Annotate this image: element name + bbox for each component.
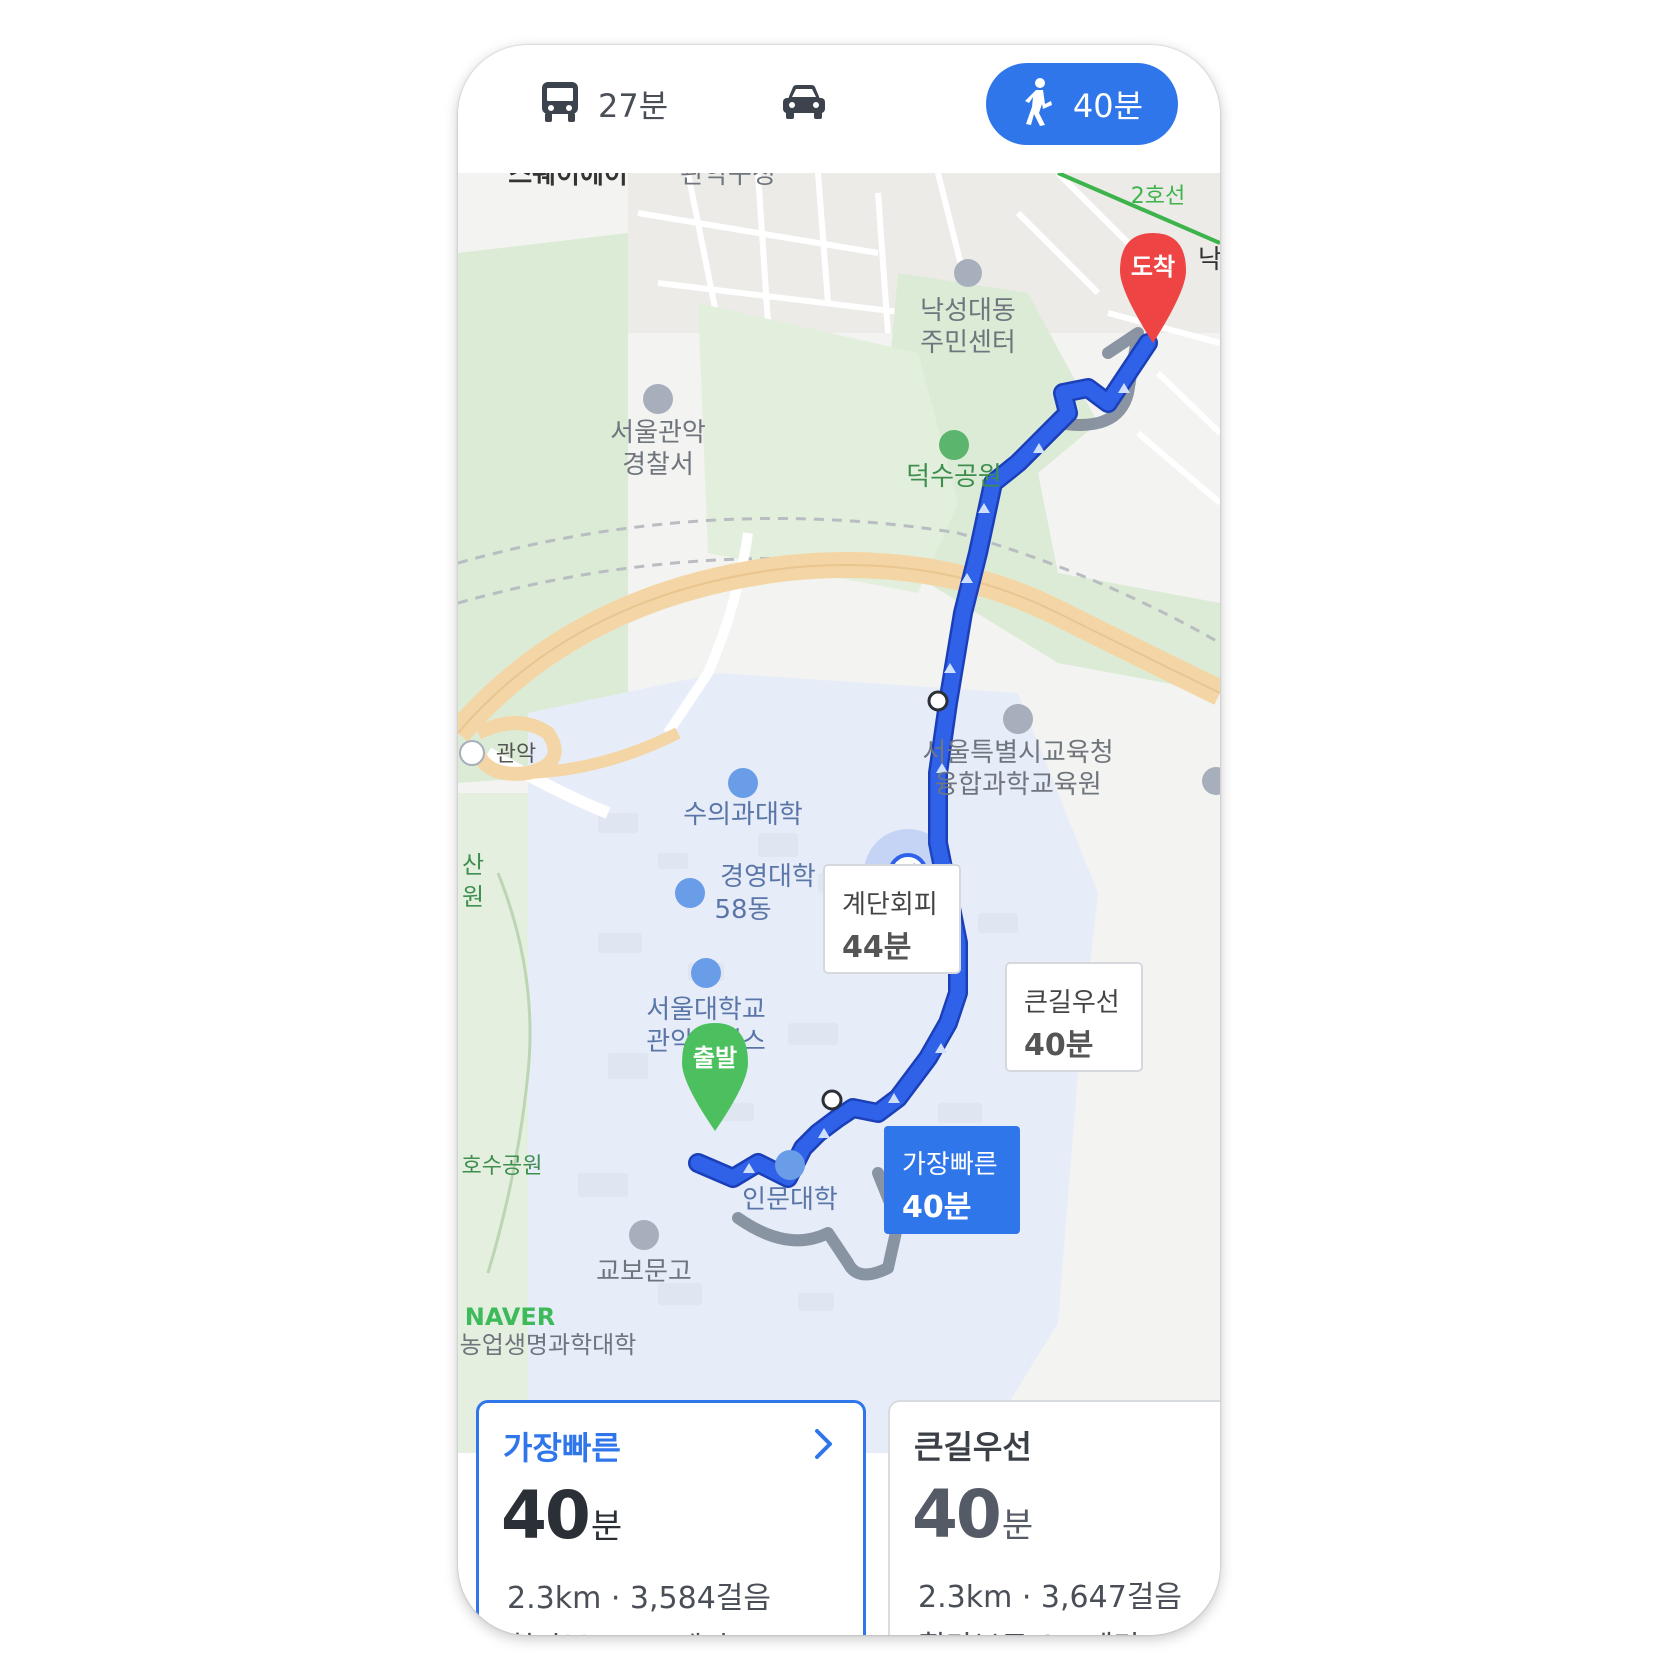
label-police-2: 경찰서	[622, 450, 694, 480]
route-label-fastest-name: 가장빠른	[902, 1150, 998, 1180]
label-top-cut: 스웨이에이	[508, 173, 628, 190]
label-ic: 관악	[496, 742, 536, 767]
route-card-time: 40분	[501, 1477, 622, 1554]
education-office-icon	[1003, 704, 1033, 734]
route-card-main-road[interactable]: 큰길우선 40분 2.3km · 3,647걸음 횡단보도 1 · 계단 1	[888, 1400, 1220, 1635]
label-line2: 2호선	[1131, 184, 1185, 209]
label-edu-2: 융합과학교육원	[934, 770, 1101, 800]
label-naksung-2: 주민센터	[920, 328, 1016, 358]
vet-college-icon	[728, 768, 758, 798]
route-label-avoid-stairs[interactable]: 계단회피 44분	[823, 864, 961, 974]
humanities-college-icon	[775, 1150, 805, 1180]
mode-bus-tab[interactable]: 27분	[540, 63, 668, 145]
park-icon	[939, 430, 969, 460]
walk-icon	[1021, 77, 1055, 131]
label-human: 인문대학	[742, 1185, 838, 1215]
snu-campus-icon	[691, 958, 721, 988]
community-center-icon	[954, 259, 982, 287]
label-police-1: 서울관악	[610, 418, 706, 448]
bus-time-label: 27분	[598, 87, 669, 125]
transport-mode-bar: 27분 40분	[458, 45, 1220, 173]
route-waypoint-2	[821, 1089, 843, 1111]
label-agri: 농업생명과학대학	[460, 1331, 637, 1359]
label-left-2: 원	[462, 883, 484, 911]
route-card-extra: 횡단보도 1 · 계단 1	[507, 1623, 758, 1635]
business-college-icon	[675, 878, 705, 908]
naver-logo: NAVER	[465, 1303, 555, 1331]
label-snu-1: 서울대학교	[646, 995, 766, 1025]
end-marker-label: 도착	[1131, 253, 1175, 281]
police-icon	[643, 384, 673, 414]
route-card-distance: 2.3km · 3,647걸음	[918, 1580, 1182, 1615]
label-naksung-1: 낙성대동	[920, 296, 1016, 326]
route-card-title: 큰길우선	[914, 1428, 1032, 1466]
label-duksu: 덕수공원	[906, 462, 1002, 492]
map-view[interactable]: 스웨이에이 관악구청 2호선 낙성대동 주민센터 서울관악 경찰서 덕수공원 관…	[458, 173, 1220, 1453]
label-nak-cut: 낙	[1198, 245, 1220, 275]
route-label-main-road-name: 큰길우선	[1024, 988, 1120, 1018]
mode-walk-tab[interactable]: 40분	[986, 63, 1178, 145]
route-card-time-value: 40	[501, 1477, 591, 1554]
label-biz-2: 58동	[714, 895, 771, 925]
label-biz-1: 경영대학	[720, 862, 816, 892]
route-label-main-road[interactable]: 큰길우선 40분	[1005, 962, 1143, 1072]
car-icon	[780, 83, 828, 125]
label-hosu: 호수공원	[462, 1154, 543, 1179]
route-cards: 가장빠른 40분 2.3km · 3,584걸음 횡단보도 1 · 계단 1 큰…	[458, 1400, 1220, 1635]
start-marker-label: 출발	[693, 1044, 737, 1072]
label-edu-1: 서울특별시교육청	[922, 738, 1113, 768]
route-card-distance: 2.3km · 3,584걸음	[507, 1581, 771, 1616]
chevron-right-icon[interactable]	[813, 1427, 835, 1465]
bus-icon	[540, 80, 580, 128]
route-card-fastest[interactable]: 가장빠른 40분 2.3km · 3,584걸음 횡단보도 1 · 계단 1	[476, 1400, 866, 1635]
phone-frame: 27분 40분 스웨이에이 관악구청 2호선 낙성대동 주민센터 서울관악 경찰…	[458, 45, 1220, 1635]
route-card-time-value: 40	[912, 1476, 1002, 1553]
ic-icon	[459, 740, 485, 766]
bookstore-icon	[629, 1220, 659, 1250]
route-card-time-unit: 분	[590, 1507, 623, 1547]
label-vet: 수의과대학	[683, 800, 803, 830]
route-label-avoid-stairs-name: 계단회피	[842, 890, 938, 920]
route-waypoint-1	[927, 690, 949, 712]
label-gwanak-office: 관악구청	[680, 173, 776, 190]
route-card-time: 40분	[912, 1476, 1033, 1553]
walk-time-label: 40분	[1072, 87, 1144, 125]
route-card-title: 가장빠른	[503, 1429, 621, 1467]
route-label-main-road-time: 40분	[1024, 1028, 1093, 1063]
mode-car-tab[interactable]	[780, 63, 828, 145]
route-card-time-unit: 분	[1001, 1506, 1034, 1546]
route-card-extra: 횡단보도 1 · 계단 1	[918, 1622, 1169, 1635]
label-left-1: 산	[462, 851, 484, 879]
route-label-fastest[interactable]: 가장빠른 40분	[884, 1126, 1020, 1234]
route-label-avoid-stairs-time: 44분	[842, 930, 911, 965]
route-label-fastest-time: 40분	[902, 1190, 971, 1225]
label-kyobo: 교보문고	[596, 1257, 692, 1287]
